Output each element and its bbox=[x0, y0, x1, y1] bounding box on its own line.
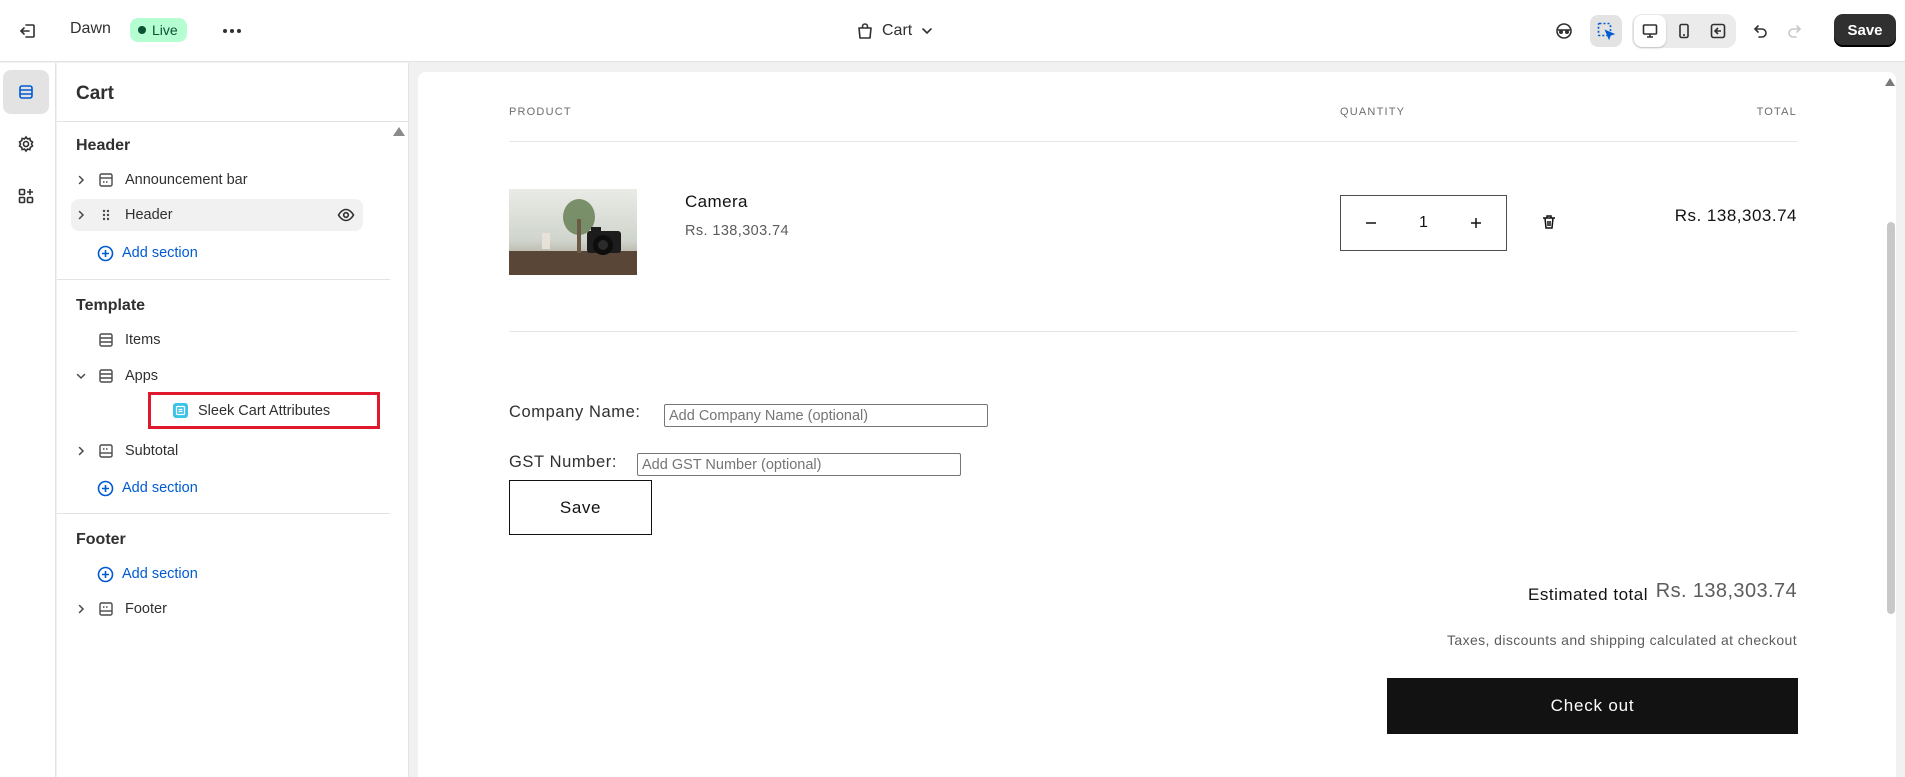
plus-circle-icon bbox=[97, 245, 114, 261]
checkout-button[interactable]: Check out bbox=[1387, 678, 1798, 734]
add-section-label: Add section bbox=[122, 245, 198, 261]
inspector-icon[interactable] bbox=[1548, 15, 1580, 47]
section-label: Header bbox=[125, 207, 173, 223]
column-header-quantity: QUANTITY bbox=[1340, 106, 1406, 118]
section-layout-icon bbox=[93, 172, 119, 188]
left-rail bbox=[0, 63, 56, 777]
divider bbox=[57, 279, 390, 280]
chevron-down-icon bbox=[922, 28, 933, 35]
section-layout-icon bbox=[93, 601, 119, 617]
section-label: Items bbox=[125, 332, 161, 348]
attributes-save-button[interactable]: Save bbox=[509, 480, 652, 535]
company-name-label: Company Name: bbox=[509, 403, 641, 421]
section-footer[interactable]: Footer bbox=[71, 593, 363, 625]
page-selector[interactable]: Cart bbox=[856, 18, 934, 44]
chevron-right-icon[interactable] bbox=[71, 445, 91, 457]
status-dot-icon bbox=[138, 26, 146, 34]
desktop-view-icon[interactable] bbox=[1634, 15, 1666, 47]
save-button[interactable]: Save bbox=[1834, 14, 1896, 47]
sections-sidebar: Cart Header Announcement bar Header Add … bbox=[57, 63, 409, 777]
page-selector-label: Cart bbox=[882, 22, 913, 39]
chevron-right-icon[interactable] bbox=[71, 209, 91, 221]
divider bbox=[57, 121, 409, 122]
group-title-template: Template bbox=[76, 297, 146, 314]
section-layout-icon bbox=[93, 443, 119, 459]
storefront-preview: PRODUCT QUANTITY TOTAL Camera Rs. 138,30… bbox=[418, 72, 1896, 777]
gst-number-input[interactable] bbox=[637, 453, 961, 476]
settings-gear-icon[interactable] bbox=[3, 122, 49, 166]
section-subtotal[interactable]: Subtotal bbox=[71, 435, 363, 467]
redo-icon[interactable] bbox=[1779, 15, 1811, 47]
add-section-label: Add section bbox=[122, 480, 198, 496]
divider bbox=[509, 331, 1797, 332]
estimated-total-label: Estimated total bbox=[1528, 585, 1648, 604]
divider bbox=[509, 141, 1797, 142]
app-block-label: Sleek Cart Attributes bbox=[198, 402, 331, 419]
undo-icon[interactable] bbox=[1744, 15, 1776, 47]
chevron-right-icon[interactable] bbox=[71, 603, 91, 615]
theme-name: Dawn bbox=[70, 20, 111, 37]
taxes-note: Taxes, discounts and shipping calculated… bbox=[1446, 632, 1797, 648]
group-title-footer: Footer bbox=[76, 531, 126, 548]
column-header-product: PRODUCT bbox=[509, 106, 572, 118]
section-layout-icon bbox=[93, 368, 119, 384]
section-apps[interactable]: Apps bbox=[71, 360, 363, 392]
exit-icon[interactable] bbox=[14, 17, 42, 45]
app-block-sleek-cart-attributes[interactable]: Sleek Cart Attributes bbox=[148, 392, 380, 429]
section-label: Subtotal bbox=[125, 443, 179, 459]
mobile-view-icon[interactable] bbox=[1668, 15, 1700, 47]
quantity-value[interactable]: 1 bbox=[1419, 214, 1428, 232]
sidebar-title: Cart bbox=[76, 83, 115, 104]
drag-handle-icon[interactable] bbox=[93, 208, 119, 222]
line-total: Rs. 138,303.74 bbox=[1674, 206, 1797, 225]
top-bar: Dawn Live Cart Save bbox=[0, 0, 1905, 62]
select-element-icon[interactable] bbox=[1590, 15, 1622, 47]
sections-icon[interactable] bbox=[3, 70, 49, 114]
product-name-link[interactable]: Camera bbox=[685, 192, 748, 212]
plus-circle-icon bbox=[97, 480, 114, 496]
add-section-footer[interactable]: Add section bbox=[97, 562, 198, 586]
apps-icon[interactable] bbox=[3, 174, 49, 218]
section-announcement-bar[interactable]: Announcement bar bbox=[71, 164, 363, 196]
column-header-total: TOTAL bbox=[1756, 106, 1797, 118]
scrollbar-thumb[interactable] bbox=[1887, 222, 1895, 614]
fullscreen-icon[interactable] bbox=[1702, 15, 1734, 47]
section-label: Footer bbox=[125, 601, 167, 617]
bag-icon bbox=[858, 23, 872, 39]
scroll-up-icon[interactable] bbox=[1885, 78, 1895, 86]
minus-icon[interactable] bbox=[1359, 211, 1383, 235]
eye-visibility-icon[interactable] bbox=[337, 206, 355, 228]
group-title-header: Header bbox=[76, 137, 131, 154]
plus-icon[interactable] bbox=[1464, 211, 1488, 235]
section-header[interactable]: Header bbox=[71, 199, 363, 231]
live-badge: Live bbox=[130, 18, 187, 42]
scroll-up-icon[interactable] bbox=[393, 127, 405, 136]
more-actions-icon[interactable] bbox=[218, 17, 246, 45]
product-price: Rs. 138,303.74 bbox=[685, 223, 789, 239]
quantity-stepper: 1 bbox=[1340, 195, 1507, 251]
section-items[interactable]: Items bbox=[71, 324, 363, 356]
app-block-icon bbox=[173, 403, 188, 418]
product-image[interactable] bbox=[509, 189, 637, 275]
estimated-total-value: Rs. 138,303.74 bbox=[1655, 580, 1797, 602]
plus-circle-icon bbox=[97, 566, 114, 582]
add-section-label: Add section bbox=[122, 566, 198, 582]
chevron-down-icon[interactable] bbox=[71, 370, 91, 382]
section-label: Apps bbox=[125, 368, 159, 384]
add-section-header[interactable]: Add section bbox=[97, 241, 198, 265]
live-badge-label: Live bbox=[152, 22, 178, 38]
chevron-right-icon[interactable] bbox=[71, 174, 91, 186]
divider bbox=[57, 513, 390, 514]
section-layout-icon bbox=[93, 332, 119, 348]
gst-number-label: GST Number: bbox=[509, 453, 618, 471]
trash-icon[interactable] bbox=[1540, 213, 1558, 236]
section-label: Announcement bar bbox=[125, 172, 248, 188]
company-name-input[interactable] bbox=[664, 404, 988, 427]
add-section-template[interactable]: Add section bbox=[97, 476, 198, 500]
